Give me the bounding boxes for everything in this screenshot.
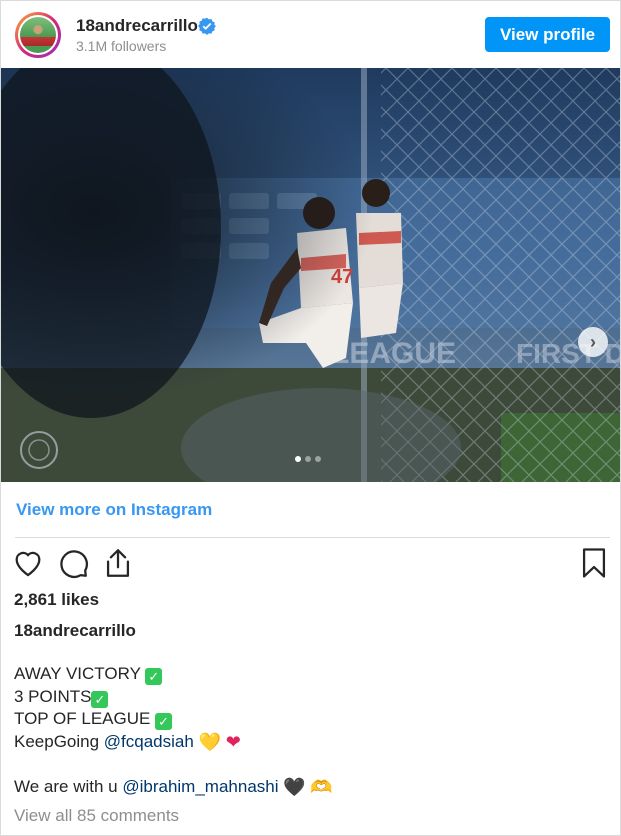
avatar-image xyxy=(20,17,56,53)
yellow-heart-icon: 💛 xyxy=(198,731,221,752)
divider xyxy=(15,537,610,538)
check-mark-icon: ✓ xyxy=(145,668,163,685)
caption-text: AWAY VICTORY ✓ 3 POINTS ✓ TOP OF LEAGUE ✓… xyxy=(14,663,604,798)
mention-link[interactable]: @fcqadsiah xyxy=(104,732,194,751)
bookmark-icon[interactable] xyxy=(577,546,611,580)
check-mark-icon: ✓ xyxy=(155,713,173,730)
share-icon[interactable] xyxy=(101,546,135,580)
comment-icon[interactable] xyxy=(56,546,90,580)
verified-badge-icon xyxy=(198,17,216,35)
caption-line: 3 POINTS ✓ xyxy=(14,686,604,709)
chevron-right-icon: › xyxy=(590,331,596,352)
post-photo-illustration: LEAGUE FIRST DIV 47 xyxy=(1,68,620,482)
caption-line-text: TOP OF LEAGUE xyxy=(14,709,156,728)
caption-line-text: KeepGoing xyxy=(14,731,104,751)
black-heart-icon: 🖤 xyxy=(283,776,306,797)
carousel-dot xyxy=(295,456,301,462)
follower-count: 3.1M followers xyxy=(76,38,167,54)
caption-line: TOP OF LEAGUE ✓ xyxy=(14,708,604,731)
carousel-next-button[interactable]: › xyxy=(578,327,608,357)
caption-line-text: We are with u xyxy=(14,776,123,796)
carousel-dot xyxy=(305,456,311,462)
avatar-ring xyxy=(18,15,58,55)
red-heart-icon: ❤ xyxy=(225,731,241,752)
instagram-embed-card: 18andrecarrillo 3.1M followers View prof… xyxy=(0,0,621,836)
caption-username[interactable]: 18andrecarrillo xyxy=(14,621,136,641)
carousel-indicator xyxy=(295,456,321,462)
view-more-link[interactable]: View more on Instagram xyxy=(16,500,212,520)
like-count[interactable]: 2,861 likes xyxy=(14,590,99,610)
check-mark-icon: ✓ xyxy=(91,690,109,708)
heart-hands-icon: 🫶 xyxy=(310,776,333,797)
view-all-comments-link[interactable]: View all 85 comments xyxy=(14,806,179,826)
avatar[interactable] xyxy=(15,12,61,58)
post-image[interactable]: LEAGUE FIRST DIV 47 xyxy=(1,68,620,482)
heart-icon[interactable] xyxy=(11,546,45,580)
caption-line: AWAY VICTORY ✓ xyxy=(14,663,604,686)
username[interactable]: 18andrecarrillo xyxy=(76,16,198,36)
caption-line-text: AWAY VICTORY xyxy=(14,664,146,683)
caption-line-text: 3 POINTS xyxy=(14,686,92,706)
carousel-dot xyxy=(315,456,321,462)
caption-line: KeepGoing @fcqadsiah 💛 ❤ xyxy=(14,731,604,754)
mention-link[interactable]: @ibrahim_mahnashi xyxy=(122,777,278,796)
caption-line: We are with u @ibrahim_mahnashi 🖤 🫶 xyxy=(14,776,604,799)
view-profile-button[interactable]: View profile xyxy=(485,17,610,52)
post-header: 18andrecarrillo 3.1M followers View prof… xyxy=(1,1,620,68)
